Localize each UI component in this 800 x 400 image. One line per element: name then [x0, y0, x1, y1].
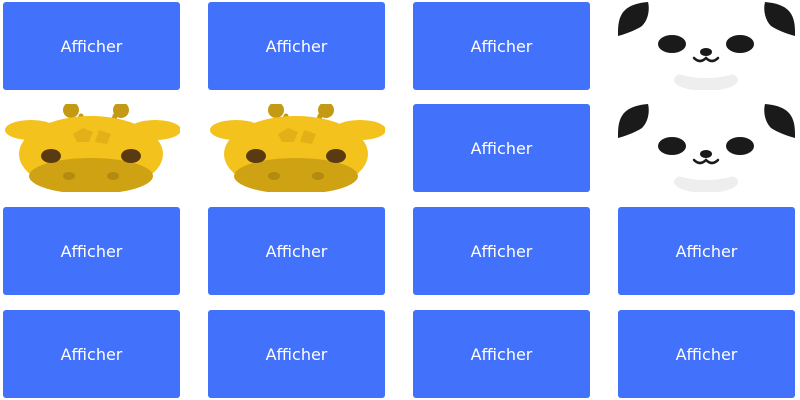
card-r1c4[interactable] [618, 2, 795, 90]
show-card-button[interactable]: Afficher [413, 104, 590, 192]
show-card-button[interactable]: Afficher [208, 2, 385, 90]
card-r2c4[interactable] [618, 104, 795, 192]
show-card-button[interactable]: Afficher [618, 207, 795, 295]
show-card-button[interactable]: Afficher [3, 310, 180, 398]
card-r4c3[interactable]: Afficher [413, 310, 590, 398]
card-r3c4[interactable]: Afficher [618, 207, 795, 295]
card-r2c2[interactable] [208, 104, 385, 192]
giraffe-icon[interactable] [3, 104, 180, 192]
show-card-button[interactable]: Afficher [413, 2, 590, 90]
card-r3c1[interactable]: Afficher [3, 207, 180, 295]
show-card-button[interactable]: Afficher [3, 2, 180, 90]
show-card-button[interactable]: Afficher [3, 207, 180, 295]
card-r2c3[interactable]: Afficher [413, 104, 590, 192]
show-card-button[interactable]: Afficher [208, 207, 385, 295]
card-r4c1[interactable]: Afficher [3, 310, 180, 398]
card-r4c4[interactable]: Afficher [618, 310, 795, 398]
card-r1c1[interactable]: Afficher [3, 2, 180, 90]
giraffe-icon[interactable] [208, 104, 385, 192]
card-r2c1[interactable] [3, 104, 180, 192]
panda-icon[interactable] [618, 2, 795, 90]
card-r1c2[interactable]: Afficher [208, 2, 385, 90]
show-card-button[interactable]: Afficher [413, 207, 590, 295]
show-card-button[interactable]: Afficher [618, 310, 795, 398]
show-card-button[interactable]: Afficher [413, 310, 590, 398]
show-card-button[interactable]: Afficher [208, 310, 385, 398]
card-r3c2[interactable]: Afficher [208, 207, 385, 295]
card-r4c2[interactable]: Afficher [208, 310, 385, 398]
card-r1c3[interactable]: Afficher [413, 2, 590, 90]
memory-board: Afficher Afficher Afficher Afficher Affi… [0, 0, 800, 400]
card-r3c3[interactable]: Afficher [413, 207, 590, 295]
panda-icon[interactable] [618, 104, 795, 192]
